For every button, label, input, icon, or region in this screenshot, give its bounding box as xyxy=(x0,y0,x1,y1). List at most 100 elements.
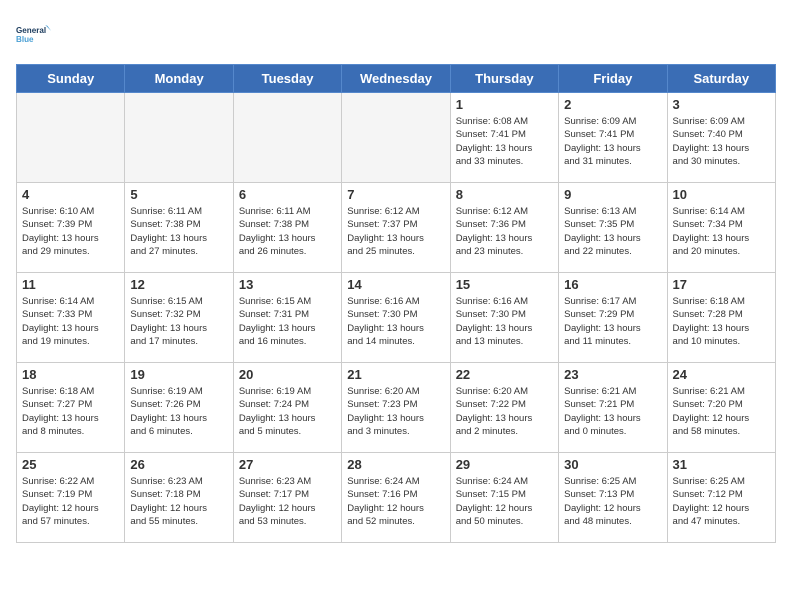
weekday-header-wednesday: Wednesday xyxy=(342,65,450,93)
calendar-cell: 3Sunrise: 6:09 AM Sunset: 7:40 PM Daylig… xyxy=(667,93,775,183)
day-number: 8 xyxy=(456,187,553,202)
calendar-cell: 30Sunrise: 6:25 AM Sunset: 7:13 PM Dayli… xyxy=(559,453,667,543)
calendar-cell: 6 Sunrise: 6:11 AM Sunset: 7:38 PM Daylig… xyxy=(233,183,341,273)
weekday-header-saturday: Saturday xyxy=(667,65,775,93)
day-number: 14 xyxy=(347,277,444,292)
day-number: 28 xyxy=(347,457,444,472)
day-info: Sunrise: 6:21 AM Sunset: 7:21 PM Dayligh… xyxy=(564,385,661,438)
svg-text:Blue: Blue xyxy=(16,35,34,44)
day-info: Sunrise: 6:23 AM Sunset: 7:17 PM Dayligh… xyxy=(239,475,336,528)
day-info: Sunrise: 6:19 AM Sunset: 7:26 PM Dayligh… xyxy=(130,385,227,438)
calendar-week-row-5: 25 Sunrise: 6:22 AM Sunset: 7:19 PM Dayli… xyxy=(17,453,776,543)
calendar-cell: 8 Sunrise: 6:12 AM Sunset: 7:36 PM Daylig… xyxy=(450,183,558,273)
calendar-cell: 18 Sunrise: 6:18 AM Sunset: 7:27 PM Dayli… xyxy=(17,363,125,453)
calendar-week-row-1: 1 Sunrise: 6:08 AM Sunset: 7:41 PM Daylig… xyxy=(17,93,776,183)
calendar-cell: 31Sunrise: 6:25 AM Sunset: 7:12 PM Dayli… xyxy=(667,453,775,543)
svg-text:General: General xyxy=(16,26,46,35)
day-number: 23 xyxy=(564,367,661,382)
calendar-cell: 15 Sunrise: 6:16 AM Sunset: 7:30 PM Dayli… xyxy=(450,273,558,363)
day-number: 5 xyxy=(130,187,227,202)
calendar-cell: 5 Sunrise: 6:11 AM Sunset: 7:38 PM Daylig… xyxy=(125,183,233,273)
calendar-cell: 1 Sunrise: 6:08 AM Sunset: 7:41 PM Daylig… xyxy=(450,93,558,183)
calendar-cell xyxy=(125,93,233,183)
calendar-week-row-3: 11 Sunrise: 6:14 AM Sunset: 7:33 PM Dayli… xyxy=(17,273,776,363)
day-info: Sunrise: 6:17 AM Sunset: 7:29 PM Dayligh… xyxy=(564,295,661,348)
weekday-header-thursday: Thursday xyxy=(450,65,558,93)
calendar-cell: 10Sunrise: 6:14 AM Sunset: 7:34 PM Dayli… xyxy=(667,183,775,273)
day-info: Sunrise: 6:24 AM Sunset: 7:15 PM Dayligh… xyxy=(456,475,553,528)
calendar-cell: 23 Sunrise: 6:21 AM Sunset: 7:21 PM Dayli… xyxy=(559,363,667,453)
day-number: 25 xyxy=(22,457,119,472)
calendar-cell: 25 Sunrise: 6:22 AM Sunset: 7:19 PM Dayli… xyxy=(17,453,125,543)
logo-icon: GeneralBlue xyxy=(16,16,52,52)
calendar-cell: 16 Sunrise: 6:17 AM Sunset: 7:29 PM Dayli… xyxy=(559,273,667,363)
day-info: Sunrise: 6:15 AM Sunset: 7:31 PM Dayligh… xyxy=(239,295,336,348)
calendar-week-row-4: 18 Sunrise: 6:18 AM Sunset: 7:27 PM Dayli… xyxy=(17,363,776,453)
day-info: Sunrise: 6:18 AM Sunset: 7:28 PM Dayligh… xyxy=(673,295,770,348)
calendar-cell: 19 Sunrise: 6:19 AM Sunset: 7:26 PM Dayli… xyxy=(125,363,233,453)
day-info: Sunrise: 6:14 AM Sunset: 7:33 PM Dayligh… xyxy=(22,295,119,348)
calendar-cell: 17 Sunrise: 6:18 AM Sunset: 7:28 PM Dayli… xyxy=(667,273,775,363)
weekday-header-tuesday: Tuesday xyxy=(233,65,341,93)
calendar-cell: 22 Sunrise: 6:20 AM Sunset: 7:22 PM Dayli… xyxy=(450,363,558,453)
weekday-header-row: SundayMondayTuesdayWednesdayThursdayFrid… xyxy=(17,65,776,93)
weekday-header-monday: Monday xyxy=(125,65,233,93)
day-info: Sunrise: 6:12 AM Sunset: 7:36 PM Dayligh… xyxy=(456,205,553,258)
logo: GeneralBlue xyxy=(16,16,52,52)
day-number: 7 xyxy=(347,187,444,202)
day-info: Sunrise: 6:10 AM Sunset: 7:39 PM Dayligh… xyxy=(22,205,119,258)
day-number: 22 xyxy=(456,367,553,382)
day-number: 15 xyxy=(456,277,553,292)
day-info: Sunrise: 6:18 AM Sunset: 7:27 PM Dayligh… xyxy=(22,385,119,438)
calendar-week-row-2: 4 Sunrise: 6:10 AM Sunset: 7:39 PM Daylig… xyxy=(17,183,776,273)
day-number: 31 xyxy=(673,457,770,472)
day-number: 17 xyxy=(673,277,770,292)
calendar-cell xyxy=(17,93,125,183)
calendar-cell xyxy=(342,93,450,183)
day-info: Sunrise: 6:20 AM Sunset: 7:23 PM Dayligh… xyxy=(347,385,444,438)
calendar-table: SundayMondayTuesdayWednesdayThursdayFrid… xyxy=(16,64,776,543)
day-number: 24 xyxy=(673,367,770,382)
day-info: Sunrise: 6:20 AM Sunset: 7:22 PM Dayligh… xyxy=(456,385,553,438)
calendar-cell: 21 Sunrise: 6:20 AM Sunset: 7:23 PM Dayli… xyxy=(342,363,450,453)
day-info: Sunrise: 6:13 AM Sunset: 7:35 PM Dayligh… xyxy=(564,205,661,258)
day-info: Sunrise: 6:12 AM Sunset: 7:37 PM Dayligh… xyxy=(347,205,444,258)
day-number: 20 xyxy=(239,367,336,382)
calendar-cell: 14 Sunrise: 6:16 AM Sunset: 7:30 PM Dayli… xyxy=(342,273,450,363)
day-info: Sunrise: 6:16 AM Sunset: 7:30 PM Dayligh… xyxy=(347,295,444,348)
day-info: Sunrise: 6:25 AM Sunset: 7:13 PM Dayligh… xyxy=(564,475,661,528)
day-number: 9 xyxy=(564,187,661,202)
day-number: 11 xyxy=(22,277,119,292)
day-number: 16 xyxy=(564,277,661,292)
day-number: 1 xyxy=(456,97,553,112)
day-number: 27 xyxy=(239,457,336,472)
day-info: Sunrise: 6:16 AM Sunset: 7:30 PM Dayligh… xyxy=(456,295,553,348)
day-info: Sunrise: 6:22 AM Sunset: 7:19 PM Dayligh… xyxy=(22,475,119,528)
day-info: Sunrise: 6:15 AM Sunset: 7:32 PM Dayligh… xyxy=(130,295,227,348)
day-info: Sunrise: 6:24 AM Sunset: 7:16 PM Dayligh… xyxy=(347,475,444,528)
day-info: Sunrise: 6:21 AM Sunset: 7:20 PM Dayligh… xyxy=(673,385,770,438)
calendar-cell: 2Sunrise: 6:09 AM Sunset: 7:41 PM Daylig… xyxy=(559,93,667,183)
day-number: 18 xyxy=(22,367,119,382)
day-number: 2 xyxy=(564,97,661,112)
calendar-cell: 26Sunrise: 6:23 AM Sunset: 7:18 PM Dayli… xyxy=(125,453,233,543)
day-number: 3 xyxy=(673,97,770,112)
calendar-cell xyxy=(233,93,341,183)
day-number: 6 xyxy=(239,187,336,202)
calendar-cell: 24 Sunrise: 6:21 AM Sunset: 7:20 PM Dayli… xyxy=(667,363,775,453)
calendar-cell: 9 Sunrise: 6:13 AM Sunset: 7:35 PM Daylig… xyxy=(559,183,667,273)
calendar-cell: 27 Sunrise: 6:23 AM Sunset: 7:17 PM Dayli… xyxy=(233,453,341,543)
day-info: Sunrise: 6:11 AM Sunset: 7:38 PM Dayligh… xyxy=(239,205,336,258)
day-number: 21 xyxy=(347,367,444,382)
day-number: 13 xyxy=(239,277,336,292)
calendar-cell: 29 Sunrise: 6:24 AM Sunset: 7:15 PM Dayli… xyxy=(450,453,558,543)
day-info: Sunrise: 6:11 AM Sunset: 7:38 PM Dayligh… xyxy=(130,205,227,258)
day-info: Sunrise: 6:19 AM Sunset: 7:24 PM Dayligh… xyxy=(239,385,336,438)
calendar-cell: 7 Sunrise: 6:12 AM Sunset: 7:37 PM Daylig… xyxy=(342,183,450,273)
day-info: Sunrise: 6:08 AM Sunset: 7:41 PM Dayligh… xyxy=(456,115,553,168)
day-number: 4 xyxy=(22,187,119,202)
day-info: Sunrise: 6:14 AM Sunset: 7:34 PM Dayligh… xyxy=(673,205,770,258)
day-number: 19 xyxy=(130,367,227,382)
day-number: 29 xyxy=(456,457,553,472)
day-number: 12 xyxy=(130,277,227,292)
